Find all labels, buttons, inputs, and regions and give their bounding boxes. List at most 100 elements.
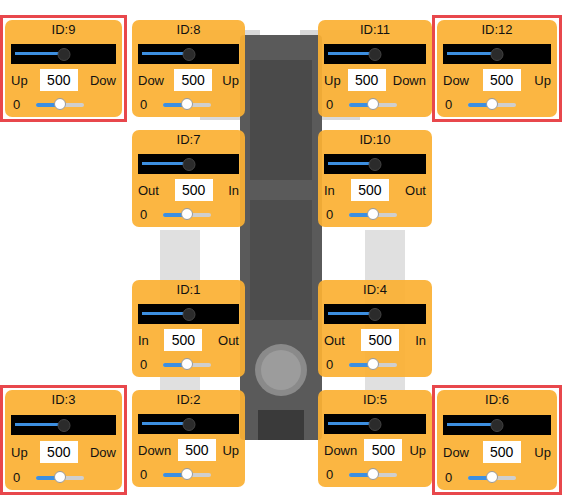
servo-panel: ID:7 Out In 0 (132, 130, 245, 227)
servo-id: ID:11 (324, 22, 426, 38)
offset-row: 0 (443, 97, 551, 113)
value-input[interactable] (178, 439, 216, 461)
offset-reading: 0 (140, 207, 147, 223)
servo-cell: ID:9 Up Dow 0 (0, 15, 127, 122)
offset-row: 0 (324, 207, 426, 223)
value-input[interactable] (364, 439, 402, 461)
servo-cell: ID:8 Dow Up 0 (127, 20, 250, 122)
value-input[interactable] (40, 69, 78, 91)
servo-cell: ID:2 Down Up 0 (127, 390, 250, 495)
value-input[interactable] (348, 69, 386, 91)
position-slider[interactable] (443, 415, 551, 435)
offset-reading: 0 (445, 470, 452, 486)
position-slider[interactable] (11, 415, 116, 435)
right-label: Up (409, 443, 426, 458)
servo-panel: ID:2 Down Up 0 (132, 390, 245, 487)
servo-id: ID:7 (138, 132, 239, 148)
value-row: Up Dow (11, 441, 116, 463)
servo-panel: ID:8 Dow Up 0 (132, 20, 245, 117)
left-label: Dow (443, 73, 469, 88)
servo-cell: ID:11 Up Down 0 (316, 20, 432, 122)
offset-row: 0 (138, 97, 239, 113)
value-input[interactable] (40, 441, 78, 463)
value-input[interactable] (175, 179, 213, 201)
servo-id: ID:3 (11, 392, 116, 408)
value-row: Up Dow (11, 69, 116, 91)
servo-cell: ID:6 Dow Up 0 (432, 385, 562, 495)
offset-slider[interactable] (468, 476, 516, 480)
offset-slider[interactable] (349, 103, 397, 107)
position-slider[interactable] (11, 44, 116, 64)
offset-row: 0 (11, 470, 116, 486)
offset-reading: 0 (326, 207, 333, 223)
offset-slider[interactable] (163, 473, 211, 477)
position-slider[interactable] (138, 304, 239, 324)
offset-slider[interactable] (349, 473, 397, 477)
value-row: Out In (324, 329, 426, 351)
servo-panel: ID:10 In Out 0 (318, 130, 432, 227)
value-row: In Out (324, 179, 426, 201)
value-row: In Out (138, 329, 239, 351)
servo-id: ID:6 (443, 392, 551, 408)
right-label: Up (222, 443, 239, 458)
value-input[interactable] (483, 69, 521, 91)
offset-row: 0 (138, 207, 239, 223)
offset-slider[interactable] (163, 363, 211, 367)
value-row: Out In (138, 179, 239, 201)
left-label: Up (324, 73, 341, 88)
servo-id: ID:9 (11, 22, 116, 38)
value-row: Down Up (324, 439, 426, 461)
servo-cell: ID:10 In Out 0 (316, 130, 432, 230)
servo-cell: ID:7 Out In 0 (127, 130, 250, 230)
value-input[interactable] (361, 329, 399, 351)
servo-panel: ID:9 Up Dow 0 (5, 20, 122, 117)
servo-id: ID:10 (324, 132, 426, 148)
servo-cell: ID:4 Out In 0 (316, 280, 432, 380)
left-label: Down (324, 443, 357, 458)
right-label: Dow (90, 73, 116, 88)
servo-cell: ID:12 Dow Up 0 (432, 15, 562, 122)
offset-slider[interactable] (349, 363, 397, 367)
offset-row: 0 (324, 97, 426, 113)
position-slider[interactable] (138, 414, 239, 434)
value-input[interactable] (164, 329, 202, 351)
offset-reading: 0 (140, 357, 147, 373)
value-input[interactable] (174, 69, 212, 91)
right-label: In (415, 333, 426, 348)
offset-slider[interactable] (36, 476, 84, 480)
position-slider[interactable] (324, 154, 426, 174)
value-row: Dow Up (443, 441, 551, 463)
position-slider[interactable] (324, 414, 426, 434)
position-slider[interactable] (138, 154, 239, 174)
position-slider[interactable] (138, 44, 239, 64)
offset-slider[interactable] (36, 103, 84, 107)
offset-row: 0 (138, 357, 239, 373)
offset-reading: 0 (326, 97, 333, 113)
offset-row: 0 (443, 470, 551, 486)
right-label: Dow (90, 445, 116, 460)
offset-slider[interactable] (349, 213, 397, 217)
left-label: Up (11, 73, 28, 88)
position-slider[interactable] (324, 304, 426, 324)
left-label: In (138, 333, 149, 348)
offset-reading: 0 (13, 97, 20, 113)
servo-cell: ID:5 Down Up 0 (316, 390, 432, 495)
offset-slider[interactable] (163, 213, 211, 217)
servo-cell: ID:1 In Out 0 (127, 280, 250, 380)
offset-row: 0 (324, 357, 426, 373)
left-label: Up (11, 445, 28, 460)
position-slider[interactable] (324, 44, 426, 64)
position-slider[interactable] (443, 44, 551, 64)
servo-id: ID:1 (138, 282, 239, 298)
left-label: Out (324, 333, 345, 348)
value-input[interactable] (351, 179, 389, 201)
left-label: Down (138, 443, 171, 458)
right-label: Down (393, 73, 426, 88)
offset-reading: 0 (326, 467, 333, 483)
offset-reading: 0 (445, 97, 452, 113)
offset-slider[interactable] (163, 103, 211, 107)
offset-reading: 0 (140, 97, 147, 113)
right-label: Out (405, 183, 426, 198)
offset-slider[interactable] (468, 103, 516, 107)
value-input[interactable] (483, 441, 521, 463)
